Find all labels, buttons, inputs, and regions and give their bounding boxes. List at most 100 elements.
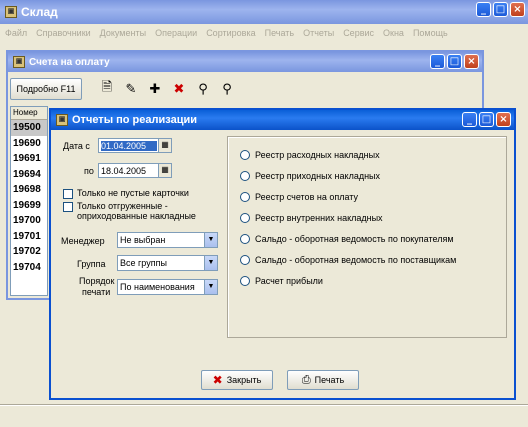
date-from-value: 01.04.2005 <box>101 140 157 151</box>
table-row[interactable]: 19691 <box>11 151 47 167</box>
window-icon: ▣ <box>56 114 68 126</box>
print-order-label-2: печати <box>82 287 111 297</box>
edit-icon[interactable]: ✎ <box>122 80 140 98</box>
radio-button[interactable] <box>240 255 250 265</box>
print-button-label: Печать <box>314 375 345 385</box>
table-row[interactable]: 19694 <box>11 167 47 183</box>
table-row[interactable]: 19702 <box>11 244 47 260</box>
radio-button[interactable] <box>240 276 250 286</box>
minimize-button[interactable]: _ <box>430 54 445 69</box>
group-label: Группа <box>77 259 106 269</box>
close-button[interactable]: × <box>496 112 511 127</box>
print-order-value: По наименования <box>120 282 195 292</box>
menu-sorting[interactable]: Сортировка <box>206 28 255 38</box>
print-button[interactable]: ⎙ Печать <box>287 370 359 390</box>
delete-icon[interactable]: ✖ <box>170 80 188 98</box>
radio-button[interactable] <box>240 213 250 223</box>
radio-profit-calculation[interactable]: Расчет прибыли <box>240 276 323 286</box>
radio-receipt-invoices[interactable]: Реестр приходных накладных <box>240 171 380 181</box>
manager-value: Не выбран <box>120 235 166 245</box>
minimize-button[interactable]: _ <box>462 112 477 127</box>
dialog-title: Отчеты по реализации <box>72 114 197 126</box>
menu-print[interactable]: Печать <box>265 28 294 38</box>
table-row[interactable]: 19700 <box>11 213 47 229</box>
maximize-button[interactable]: □ <box>479 112 494 127</box>
date-to-field[interactable]: 18.04.2005 ▦ <box>98 163 172 178</box>
print-order-select[interactable]: По наименования ▼ <box>117 279 218 295</box>
radio-button[interactable] <box>240 150 250 160</box>
radio-button[interactable] <box>240 171 250 181</box>
menu-operations[interactable]: Операции <box>155 28 197 38</box>
table-row[interactable]: 19500 <box>11 120 47 136</box>
group-value: Все группы <box>120 258 167 268</box>
app-titlebar: ▣ Склад _ □ × <box>0 0 528 24</box>
document-icon[interactable]: 🗎 <box>98 80 116 98</box>
report-type-panel: Реестр расходных накладных Реестр приход… <box>227 136 507 338</box>
date-to-label: по <box>84 166 94 176</box>
find-icon[interactable]: ⚲ <box>194 80 212 98</box>
maximize-button[interactable]: □ <box>447 54 462 69</box>
printer-icon: ⎙ <box>301 373 311 386</box>
table-row[interactable]: 19690 <box>11 136 47 152</box>
find-next-icon[interactable]: ⚲ <box>218 80 236 98</box>
close-icon: ✖ <box>212 373 223 387</box>
checkbox-label: Только не пустые карточки <box>77 188 189 198</box>
sales-reports-dialog: ▣ Отчеты по реализации _ □ × Дата с 01.0… <box>49 108 516 400</box>
radio-balance-customers[interactable]: Сальдо - оборотная ведомость по покупате… <box>240 234 454 244</box>
calendar-icon[interactable]: ▦ <box>158 139 171 152</box>
date-from-label: Дата с <box>63 141 90 151</box>
menu-reports[interactable]: Отчеты <box>303 28 334 38</box>
table-row[interactable]: 19699 <box>11 198 47 214</box>
details-button[interactable]: Подробно F11 <box>10 78 82 100</box>
radio-payment-invoices[interactable]: Реестр счетов на оплату <box>240 192 358 202</box>
menu-directories[interactable]: Справочники <box>36 28 91 38</box>
radio-label: Сальдо - оборотная ведомость по поставщи… <box>255 255 457 265</box>
menu-bar: Файл Справочники Документы Операции Сорт… <box>0 24 528 42</box>
chevron-down-icon[interactable]: ▼ <box>204 256 217 270</box>
chevron-down-icon[interactable]: ▼ <box>204 280 217 294</box>
invoices-title: Счета на оплату <box>29 56 110 68</box>
menu-service[interactable]: Сервис <box>343 28 374 38</box>
radio-balance-suppliers[interactable]: Сальдо - оборотная ведомость по поставщи… <box>240 255 456 265</box>
shipped-only-checkbox[interactable]: Только отгруженные - оприходованные накл… <box>63 201 213 221</box>
checkbox-box[interactable] <box>63 189 73 199</box>
checkbox-label: Только отгруженные - оприходованные накл… <box>77 201 196 221</box>
manager-select[interactable]: Не выбран ▼ <box>117 232 218 248</box>
date-to-value: 18.04.2005 <box>101 165 147 176</box>
radio-internal-invoices[interactable]: Реестр внутренних накладных <box>240 213 383 223</box>
menu-documents[interactable]: Документы <box>100 28 146 38</box>
calendar-icon[interactable]: ▦ <box>158 164 171 177</box>
invoices-titlebar: ▣ Счета на оплату _ □ × <box>8 52 482 72</box>
date-from-field[interactable]: 01.04.2005 ▦ <box>98 138 172 153</box>
menu-help[interactable]: Помощь <box>413 28 448 38</box>
radio-label: Реестр приходных накладных <box>255 171 381 181</box>
manager-label: Менеджер <box>61 236 105 246</box>
radio-label: Сальдо - оборотная ведомость по покупате… <box>255 234 454 244</box>
close-button[interactable]: × <box>510 2 525 17</box>
radio-label: Реестр расходных накладных <box>255 150 380 160</box>
maximize-button[interactable]: □ <box>493 2 508 17</box>
group-select[interactable]: Все группы ▼ <box>117 255 218 271</box>
checkbox-box[interactable] <box>63 202 73 212</box>
status-bar <box>0 405 528 427</box>
table-row[interactable]: 19698 <box>11 182 47 198</box>
close-button[interactable]: × <box>464 54 479 69</box>
window-icon: ▣ <box>13 56 25 68</box>
column-header-number[interactable]: Номер <box>11 107 47 120</box>
radio-expense-invoices[interactable]: Реестр расходных накладных <box>240 150 380 160</box>
menu-windows[interactable]: Окна <box>383 28 404 38</box>
close-button-label: Закрыть <box>226 375 262 385</box>
table-row[interactable]: 19704 <box>11 260 47 276</box>
print-order-label: Порядок <box>79 276 115 286</box>
table-row[interactable]: 19701 <box>11 229 47 245</box>
nonempty-cards-checkbox[interactable]: Только не пустые карточки <box>63 188 223 199</box>
minimize-button[interactable]: _ <box>476 2 491 17</box>
radio-label: Расчет прибыли <box>255 276 323 286</box>
new-document-icon[interactable]: ✚ <box>146 80 164 98</box>
close-dialog-button[interactable]: ✖ Закрыть <box>201 370 273 390</box>
menu-file[interactable]: Файл <box>5 28 27 38</box>
radio-label: Реестр внутренних накладных <box>255 213 383 223</box>
chevron-down-icon[interactable]: ▼ <box>204 233 217 247</box>
radio-button[interactable] <box>240 192 250 202</box>
radio-button[interactable] <box>240 234 250 244</box>
